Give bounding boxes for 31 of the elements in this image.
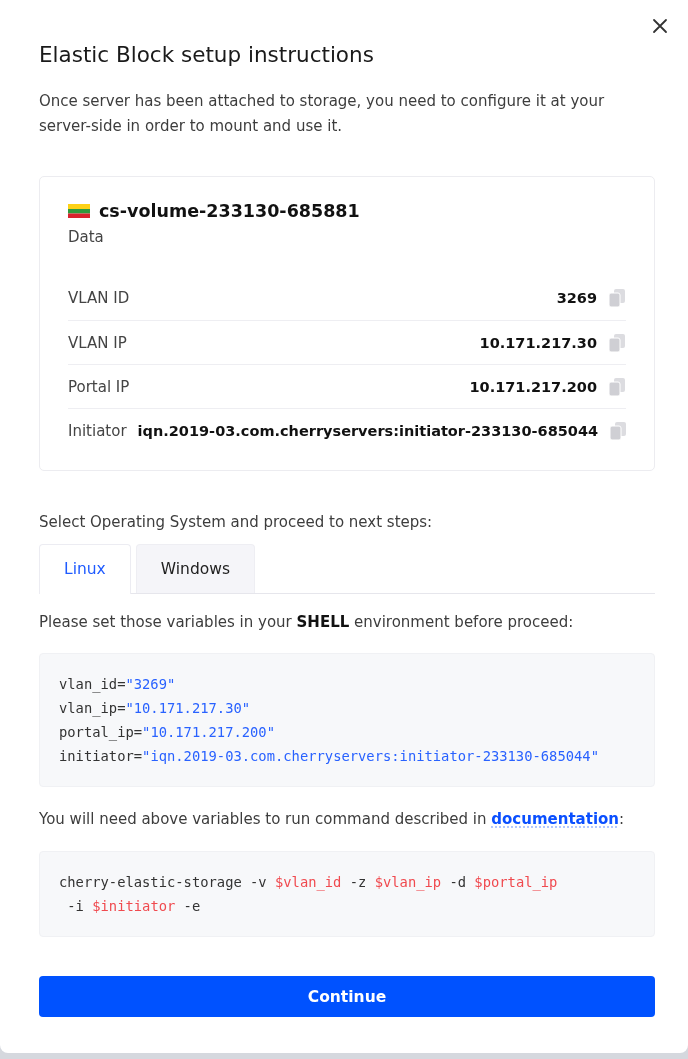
documentation-link[interactable]: documentation <box>491 810 619 828</box>
detail-value: iqn.2019-03.com.cherryservers:initiator-233130-685044 <box>137 422 599 439</box>
volume-description: Data <box>68 227 105 248</box>
detail-value: 3269 <box>556 290 597 306</box>
close-icon[interactable] <box>652 18 668 34</box>
code-line: cherry-elastic-storage -v $vlan_id -z $vlan_ip -d $portal_ip <box>59 873 559 893</box>
copy-icon[interactable] <box>609 420 628 441</box>
code-line: initiator="iqn.2019-03.com.cherryservers:initiator-233130-685044" <box>59 747 600 766</box>
command-note: You will need above variables to run command described in documentation: <box>39 809 626 830</box>
copy-icon[interactable] <box>608 332 626 353</box>
os-tab[interactable]: Windows <box>135 544 255 593</box>
os-prompt: Select Operating System and proceed to next steps: <box>39 512 434 533</box>
detail-value: 10.171.217.30 <box>479 334 597 351</box>
copy-icon[interactable] <box>608 288 626 308</box>
volume-name: cs-volume-233130-685881 <box>99 200 360 223</box>
os-tab[interactable]: Linux <box>39 544 131 594</box>
code-line: vlan_ip="10.171.217.30" <box>59 699 252 719</box>
code-line: portal_ip="10.171.217.200" <box>59 723 276 743</box>
continue-button[interactable]: Continue <box>39 976 655 1017</box>
detail-value: 10.171.217.200 <box>469 378 597 395</box>
copy-icon[interactable] <box>608 376 626 397</box>
shell-note: Please set those variables in your SHELL environment before proceed: <box>39 612 575 633</box>
code-line: -i $initiator -e <box>66 897 202 916</box>
flag-icon <box>68 204 90 218</box>
code-line: vlan_id="3269" <box>59 675 177 695</box>
detail-label: VLAN ID <box>68 289 130 307</box>
detail-label: Initiator <box>68 421 127 440</box>
intro-text: Once server has been attached to storage, you need to configure it at your server-side in order to mount and use it. <box>39 91 606 137</box>
detail-label: VLAN IP <box>68 333 127 352</box>
detail-label: Portal IP <box>68 377 130 396</box>
dialog-title: Elastic Block setup instructions <box>39 41 375 69</box>
